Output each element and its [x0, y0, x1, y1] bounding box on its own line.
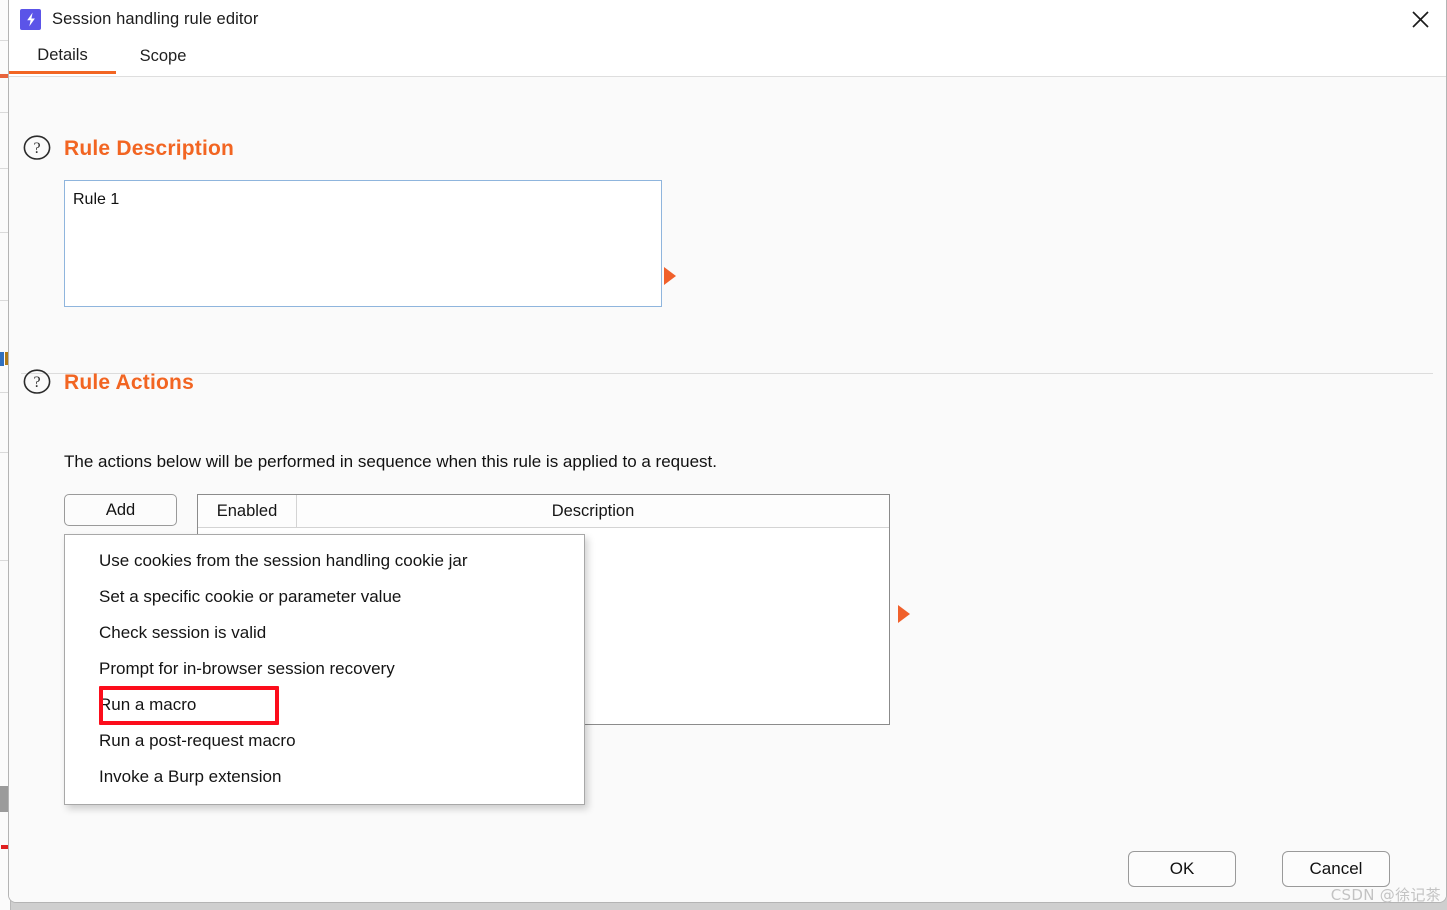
rule-description-input[interactable] [64, 180, 662, 307]
menu-item-check-session-valid[interactable]: Check session is valid [65, 615, 584, 651]
menu-item-run-post-request-macro[interactable]: Run a post-request macro [65, 723, 584, 759]
rule-description-header: ? Rule Description [21, 133, 234, 165]
menu-item-invoke-burp-extension[interactable]: Invoke a Burp extension [65, 759, 584, 795]
lightning-bolt-icon [20, 9, 41, 30]
menu-item-label: Set a specific cookie or parameter value [99, 587, 402, 606]
svg-text:?: ? [33, 374, 40, 391]
session-handling-rule-editor-dialog: Session handling rule editor Details Sco… [8, 0, 1447, 903]
column-header-enabled[interactable]: Enabled [198, 495, 297, 527]
menu-item-label: Run a post-request macro [99, 731, 296, 750]
menu-item-label: Invoke a Burp extension [99, 767, 282, 786]
add-action-button[interactable]: Add [64, 494, 177, 526]
menu-item-label: Use cookies from the session handling co… [99, 551, 468, 570]
menu-item-use-cookie-jar[interactable]: Use cookies from the session handling co… [65, 543, 584, 579]
play-arrow-icon[interactable] [664, 267, 676, 285]
menu-item-set-cookie-or-parameter[interactable]: Set a specific cookie or parameter value [65, 579, 584, 615]
tab-scope-label: Scope [139, 47, 187, 65]
tab-details-label: Details [37, 45, 88, 64]
rule-actions-title: Rule Actions [64, 371, 194, 394]
column-header-description[interactable]: Description [297, 495, 889, 527]
menu-item-label: Prompt for in-browser session recovery [99, 659, 395, 678]
dialog-content: ? Rule Description ? Rule Actions The ac… [9, 77, 1446, 902]
tab-scope[interactable]: Scope [116, 39, 210, 74]
dialog-footer: OK Cancel [9, 841, 1446, 902]
play-arrow-icon[interactable] [898, 605, 910, 623]
rule-description-title: Rule Description [64, 137, 235, 160]
question-mark-icon[interactable]: ? [21, 133, 53, 165]
action-type-menu: Use cookies from the session handling co… [64, 534, 585, 805]
tab-strip: Details Scope [9, 39, 1446, 77]
window-title: Session handling rule editor [52, 10, 259, 28]
menu-item-prompt-session-recovery[interactable]: Prompt for in-browser session recovery [65, 651, 584, 687]
rule-actions-header: ? Rule Actions [21, 367, 194, 399]
close-icon[interactable] [1394, 0, 1446, 39]
actions-table-header-row: Enabled Description [198, 495, 889, 528]
title-bar: Session handling rule editor [9, 0, 1446, 39]
cancel-button[interactable]: Cancel [1282, 851, 1390, 887]
menu-item-run-a-macro[interactable]: Run a macro [65, 687, 584, 723]
menu-item-label: Run a macro [99, 695, 197, 714]
svg-text:?: ? [33, 140, 40, 157]
question-mark-icon[interactable]: ? [21, 367, 53, 399]
rule-actions-subtitle: The actions below will be performed in s… [64, 452, 717, 471]
bg-accent-blue [0, 352, 4, 366]
menu-item-label: Check session is valid [99, 623, 267, 642]
ok-button[interactable]: OK [1128, 851, 1236, 887]
section-divider [21, 373, 1433, 374]
tab-details[interactable]: Details [9, 39, 116, 74]
